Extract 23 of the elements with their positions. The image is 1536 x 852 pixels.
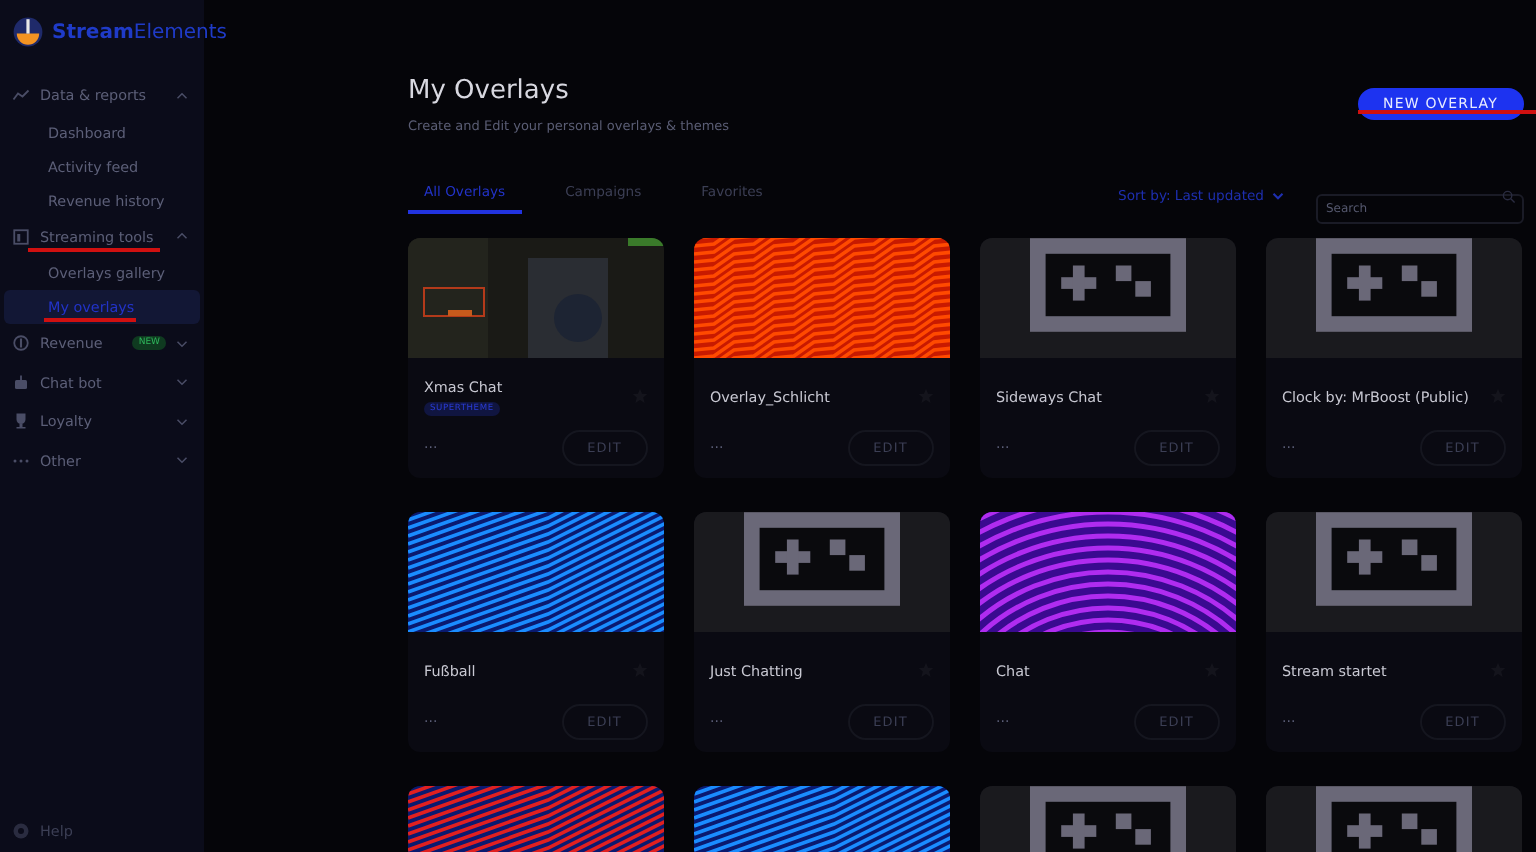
gamepad-icon: [1030, 786, 1186, 852]
gamepad-icon: [744, 512, 900, 606]
chevron-icon: [176, 339, 188, 348]
help-icon: [12, 822, 30, 840]
robot-icon: [12, 373, 30, 392]
logo-text: StreamElements: [52, 21, 227, 43]
page-title: My Overlays: [408, 76, 571, 106]
gamepad-icon: [1030, 238, 1186, 332]
chevron-icon: [1272, 192, 1284, 200]
gamepad-icon: [1316, 512, 1472, 606]
gamepad-icon: [1316, 786, 1472, 852]
chevron-icon: [176, 91, 188, 100]
chevron-icon: [176, 417, 188, 426]
gamepad-icon: [1316, 238, 1472, 332]
chevron-icon: [176, 456, 188, 465]
chevron-icon: [176, 378, 188, 387]
trophy-icon: [12, 412, 30, 431]
chevron-icon: [176, 232, 188, 241]
chart-icon: [12, 86, 30, 105]
search-icon: [1502, 189, 1516, 203]
coin-icon: [12, 334, 30, 353]
logo-icon: [12, 16, 44, 48]
tools-icon: [12, 227, 30, 246]
